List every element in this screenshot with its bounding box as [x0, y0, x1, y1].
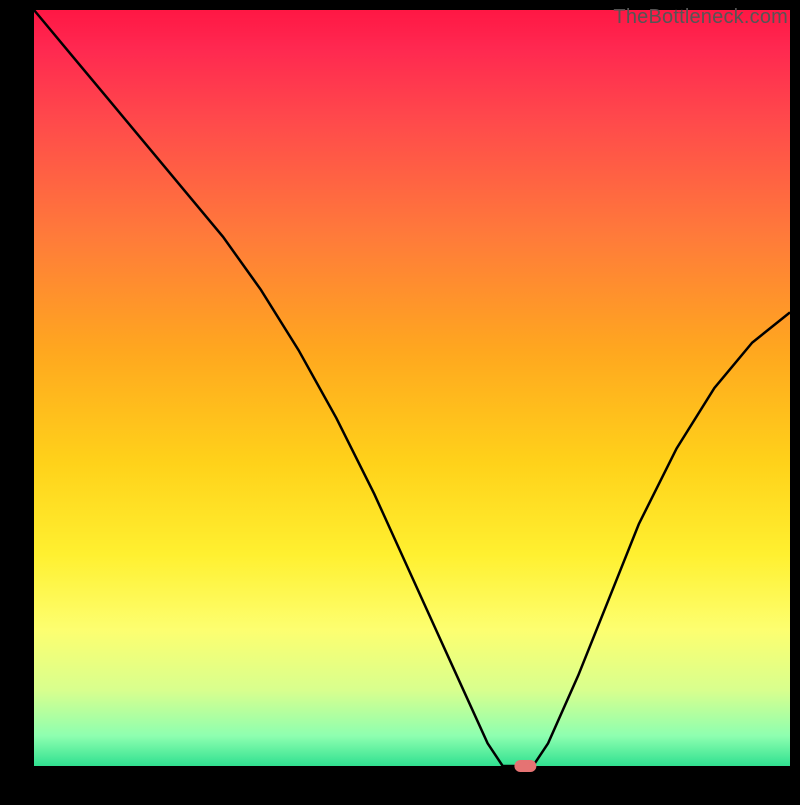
current-point-marker — [514, 760, 536, 772]
watermark-text: TheBottleneck.com — [613, 6, 788, 29]
chart-background — [34, 10, 790, 766]
chart-svg — [0, 0, 800, 800]
bottleneck-chart — [0, 0, 800, 800]
